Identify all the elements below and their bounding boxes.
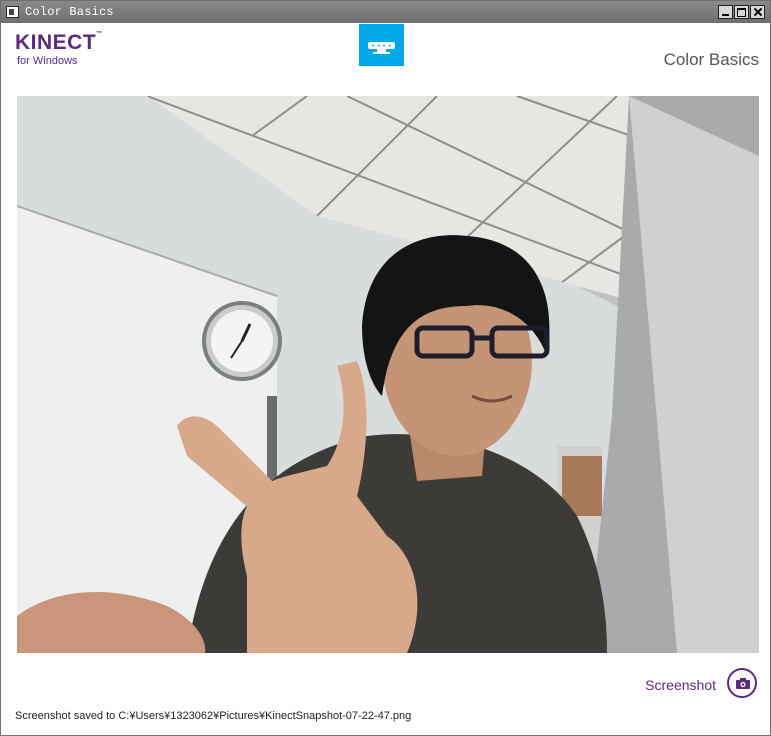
status-text: Screenshot saved to C:¥Users¥1323062¥Pic… [15, 710, 412, 722]
camera-image [17, 96, 759, 653]
maximize-button[interactable] [734, 5, 749, 19]
title-bar[interactable]: Color Basics [1, 1, 770, 23]
camera-icon [736, 678, 750, 689]
app-icon[interactable] [6, 6, 19, 18]
page-title: Color Basics [663, 50, 759, 69]
camera-feed [17, 96, 759, 653]
kinect-logo: KINECT™ [15, 31, 103, 55]
logo-trademark: ™ [96, 31, 103, 37]
kinect-sensor-icon [359, 24, 404, 66]
logo-text: KINECT [15, 31, 97, 54]
screenshot-button[interactable] [727, 668, 757, 698]
logo-subtitle: for Windows [17, 55, 78, 67]
window-title: Color Basics [25, 5, 114, 19]
minimize-button[interactable] [718, 5, 733, 19]
close-button[interactable] [750, 5, 765, 19]
app-window: Color Basics KINECT™ for Windows Color B… [0, 0, 771, 736]
screenshot-label[interactable]: Screenshot [645, 677, 716, 693]
